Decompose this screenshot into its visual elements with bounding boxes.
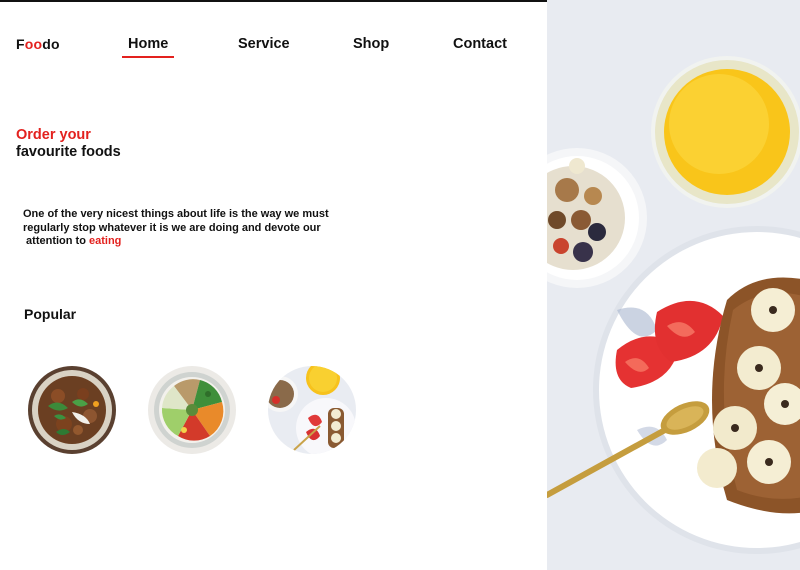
popular-item-3[interactable]: [268, 366, 356, 454]
logo-letters-oo: oo: [24, 36, 43, 52]
popular-item-2[interactable]: [148, 366, 236, 454]
popular-item-1[interactable]: [28, 366, 116, 454]
description-line-prefix: attention to: [23, 235, 89, 247]
logo-letters-do: do: [42, 36, 60, 52]
nav-home[interactable]: Home: [128, 36, 168, 52]
hero-heading-highlight: Order your: [16, 127, 91, 143]
logo-letter-f: F: [16, 36, 25, 52]
hero-description: One of the very nicest things about life…: [23, 208, 363, 249]
brand-logo[interactable]: Foodo: [16, 36, 60, 52]
description-highlight: eating: [89, 235, 122, 247]
description-line: attention to eating: [23, 235, 363, 249]
hero-image: [547, 0, 800, 570]
description-line: regularly stop whatever it is we are doi…: [23, 221, 321, 234]
nav-contact[interactable]: Contact: [453, 36, 507, 52]
breakfast-toast-fruit-juice-photo: [547, 0, 800, 570]
meat-salad-bowl-image: [28, 366, 116, 454]
active-nav-underline: [122, 56, 174, 58]
popular-title: Popular: [24, 306, 77, 322]
veggie-bowl-image: [148, 366, 236, 454]
hero-heading: favourite foods: [16, 144, 121, 160]
breakfast-plate-image: [268, 366, 356, 454]
nav-service[interactable]: Service: [238, 36, 290, 52]
nav-shop[interactable]: Shop: [353, 36, 389, 52]
description-line: One of the very nicest things about life…: [23, 208, 329, 220]
